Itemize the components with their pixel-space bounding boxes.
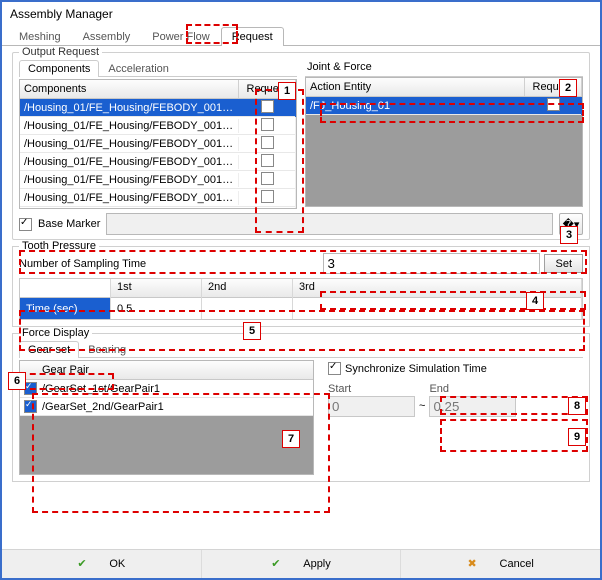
request-checkbox[interactable] [261, 154, 274, 167]
table-row[interactable]: /Housing_01/FE_Housing/FEBODY_001/FR... [20, 117, 296, 135]
check-icon: ✔ [77, 557, 91, 571]
col-action-entity[interactable]: Action Entity [306, 78, 525, 96]
window-title: Assembly Manager [2, 2, 600, 26]
col-request[interactable]: Request [239, 80, 296, 98]
gear-pair-list[interactable]: Gear Pair /GearSet_1st/GearPair1 /GearSe… [19, 360, 314, 475]
table-row[interactable]: /Housing_01/FE_Housing/FEBODY_001/FR... [20, 207, 296, 208]
table-row[interactable]: /Housing_01/FE_Housing/FEBODY_001/FR... [20, 153, 296, 171]
tab-power-flow[interactable]: Power Flow [141, 27, 220, 46]
joint-force-legend: Joint & Force [305, 59, 583, 77]
set-button[interactable]: Set [544, 254, 583, 273]
subtab-gear-set[interactable]: Gear set [19, 341, 79, 358]
joint-force-grid[interactable]: Action Entity Request /FJ_Housing_01 [305, 77, 583, 207]
request-checkbox[interactable] [261, 118, 274, 131]
request-checkbox[interactable] [261, 100, 274, 113]
list-item[interactable]: /GearSet_1st/GearPair1 [20, 380, 313, 398]
start-label: Start [328, 383, 415, 395]
force-display-group: Force Display Gear set Bearing Gear Pair… [12, 333, 590, 482]
cancel-icon: ✖ [468, 557, 482, 571]
col-1st: 1st [111, 279, 201, 298]
force-display-legend: Force Display [19, 327, 92, 339]
end-label: End [429, 383, 516, 395]
sampling-time-table: Time (sec) 1st 0.5 2nd 3rd [19, 278, 583, 320]
subtab-components[interactable]: Components [19, 60, 99, 77]
output-request-legend: Output Request [19, 46, 102, 58]
components-grid[interactable]: Components Request /Housing_01/FE_Housin… [19, 79, 297, 209]
subtab-bearing[interactable]: Bearing [79, 341, 135, 358]
subtab-acceleration[interactable]: Acceleration [99, 60, 178, 77]
table-row[interactable]: /Housing_01/FE_Housing/FEBODY_001/FR... [20, 189, 296, 207]
request-checkbox[interactable] [261, 208, 274, 209]
ok-button[interactable]: ✔OK [2, 550, 202, 578]
col-3rd: 3rd [293, 279, 581, 298]
request-checkbox[interactable] [261, 136, 274, 149]
list-item[interactable]: /GearSet_2nd/GearPair1 [20, 398, 313, 416]
base-marker-checkbox[interactable]: ✓ [19, 218, 32, 231]
col-gear-pair[interactable]: Gear Pair [20, 361, 313, 380]
picker-icon: �⁠▾ [563, 218, 580, 231]
tab-assembly[interactable]: Assembly [72, 27, 142, 46]
gear-pair-checkbox[interactable] [24, 400, 37, 413]
base-marker-pick-button[interactable]: �⁠▾ [559, 213, 583, 235]
sync-time-label: Synchronize Simulation Time [345, 363, 487, 375]
end-input[interactable] [429, 396, 516, 417]
base-marker-label: Base Marker [38, 218, 100, 230]
col-components[interactable]: Components [20, 80, 239, 98]
button-bar: ✔OK ✔Apply ✖Cancel [2, 549, 600, 578]
cancel-button[interactable]: ✖Cancel [401, 550, 600, 578]
apply-button[interactable]: ✔Apply [202, 550, 402, 578]
request-checkbox[interactable] [261, 190, 274, 203]
table-row[interactable]: /FJ_Housing_01 [306, 97, 582, 115]
time-3rd-cell[interactable] [293, 298, 581, 319]
sync-time-checkbox[interactable]: ✓ [328, 362, 341, 375]
time-1st-cell[interactable]: 0.5 [111, 298, 201, 319]
col-request-jf[interactable]: Request [525, 78, 582, 96]
components-subtabs: Components Acceleration [19, 59, 297, 77]
output-request-group: Output Request Components Acceleration C… [12, 52, 590, 240]
tab-meshing[interactable]: Meshing [8, 27, 72, 46]
apply-icon: ✔ [271, 557, 285, 571]
tooth-pressure-group: Tooth Pressure Number of Sampling Time S… [12, 246, 590, 327]
range-separator: ~ [419, 400, 425, 412]
sampling-time-input[interactable] [323, 253, 540, 274]
base-marker-input[interactable] [106, 213, 553, 235]
time-2nd-cell[interactable] [202, 298, 292, 319]
request-checkbox[interactable] [547, 98, 560, 111]
sampling-time-label: Number of Sampling Time [19, 258, 269, 270]
time-row-header: Time (sec) [20, 298, 110, 319]
col-2nd: 2nd [202, 279, 292, 298]
table-row[interactable]: /Housing_01/FE_Housing/FEBODY_001/FR... [20, 99, 296, 117]
main-tabs: Meshing Assembly Power Flow Request [2, 26, 600, 46]
table-row[interactable]: /Housing_01/FE_Housing/FEBODY_001/FR... [20, 135, 296, 153]
tooth-pressure-legend: Tooth Pressure [19, 240, 99, 252]
table-row[interactable]: /Housing_01/FE_Housing/FEBODY_001/FR... [20, 171, 296, 189]
gear-pair-checkbox[interactable] [24, 382, 37, 395]
start-input[interactable] [328, 396, 415, 417]
request-checkbox[interactable] [261, 172, 274, 185]
tab-request[interactable]: Request [221, 27, 284, 46]
